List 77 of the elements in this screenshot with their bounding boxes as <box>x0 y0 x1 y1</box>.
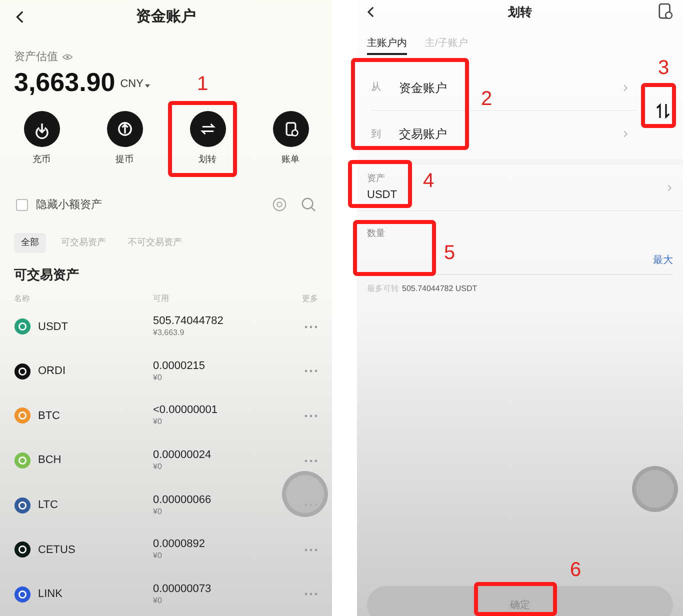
chevron-icon[interactable] <box>622 129 629 139</box>
fiat-value: ¥0 <box>153 417 163 428</box>
more-icon[interactable] <box>304 548 318 552</box>
asset-name: USDT <box>38 320 68 335</box>
callout-number: 3 <box>658 56 670 80</box>
available-amount: 0.00000066 <box>153 494 212 507</box>
column-header: 更多 <box>302 292 318 304</box>
caret-icon[interactable] <box>145 84 150 88</box>
limit-value: 505.74044782 USDT <box>402 282 478 294</box>
asset-name: LTC <box>38 498 58 513</box>
back-icon[interactable] <box>365 5 375 19</box>
fiat-value: ¥0 <box>153 551 163 562</box>
amount-label: 数量 <box>367 227 385 240</box>
filter-tab[interactable]: 全部 <box>14 233 46 253</box>
valuation-label: 资产估值 <box>14 50 58 65</box>
search-icon[interactable] <box>301 197 316 212</box>
available-amount: 505.74044782 <box>153 315 224 328</box>
fiat-value: ¥0 <box>153 372 163 383</box>
max-button[interactable]: 最大 <box>653 252 673 268</box>
checkbox[interactable] <box>16 198 28 211</box>
bill-icon[interactable] <box>658 3 673 20</box>
fiat-value: ¥0 <box>153 506 163 517</box>
chevron-icon[interactable] <box>622 82 629 92</box>
total-amount: 3,663.90 <box>14 67 116 97</box>
currency-selector[interactable]: CNY <box>120 76 144 92</box>
account-tab[interactable]: 主账户内 <box>367 33 407 55</box>
action-label[interactable]: 划转 <box>198 153 216 166</box>
more-icon[interactable] <box>304 324 318 329</box>
more-icon[interactable] <box>304 414 318 418</box>
available-amount: <0.00000001 <box>153 404 219 418</box>
asset-name: CETUS <box>38 542 76 558</box>
floating-button[interactable] <box>632 466 678 512</box>
action-label[interactable]: 账单 <box>282 153 300 166</box>
callout-number: 1 <box>197 72 208 96</box>
asset-name: LINK <box>38 587 62 602</box>
callout-number: 4 <box>423 169 434 193</box>
section-title: 可交易资产 <box>13 266 80 284</box>
available-amount: 0.00000073 <box>153 582 212 596</box>
action-button[interactable] <box>190 111 226 147</box>
limit-label: 最多可转 <box>367 282 399 294</box>
callout-number: 2 <box>481 87 492 111</box>
checkbox-label[interactable]: 隐藏小额资产 <box>36 196 102 213</box>
available-amount: 0.0000215 <box>153 360 206 373</box>
screen-title: 划转 <box>508 4 532 21</box>
action-button[interactable] <box>24 111 60 147</box>
asset-name: ORDI <box>38 364 66 380</box>
fiat-value: ¥0 <box>153 596 163 606</box>
direction-label: 到 <box>371 128 382 142</box>
target-icon[interactable] <box>272 197 287 212</box>
direction-label: 从 <box>371 80 382 95</box>
more-icon[interactable] <box>304 369 318 374</box>
available-amount: 0.00000024 <box>153 449 212 462</box>
screen-title: 资金账户 <box>136 6 196 27</box>
asset-value: USDT <box>367 188 397 203</box>
asset-label: 资产 <box>367 172 385 184</box>
column-header: 名称 <box>14 292 31 304</box>
callout-number: 6 <box>570 558 582 582</box>
available-amount: 0.0000892 <box>153 538 206 552</box>
action-button[interactable] <box>272 111 308 147</box>
asset-name: BTC <box>38 408 60 424</box>
more-icon[interactable] <box>304 458 318 463</box>
swap-icon[interactable] <box>655 103 671 119</box>
more-icon[interactable] <box>304 592 318 596</box>
callout-number: 5 <box>444 241 456 265</box>
account-selector[interactable]: 交易账户 <box>399 125 622 143</box>
fiat-value: ¥3,663.9 <box>153 328 186 338</box>
eye-icon[interactable] <box>62 53 73 61</box>
callout-frame <box>641 83 676 128</box>
chevron-icon[interactable] <box>666 182 673 192</box>
action-button[interactable] <box>106 111 142 147</box>
callout-frame <box>348 160 412 208</box>
asset-name: BCH <box>38 453 62 468</box>
action-label[interactable]: 提币 <box>116 153 134 166</box>
action-label[interactable]: 充币 <box>32 153 50 166</box>
floating-button[interactable] <box>282 471 328 517</box>
fiat-value: ¥0 <box>153 462 163 472</box>
column-header: 可用 <box>153 292 170 304</box>
